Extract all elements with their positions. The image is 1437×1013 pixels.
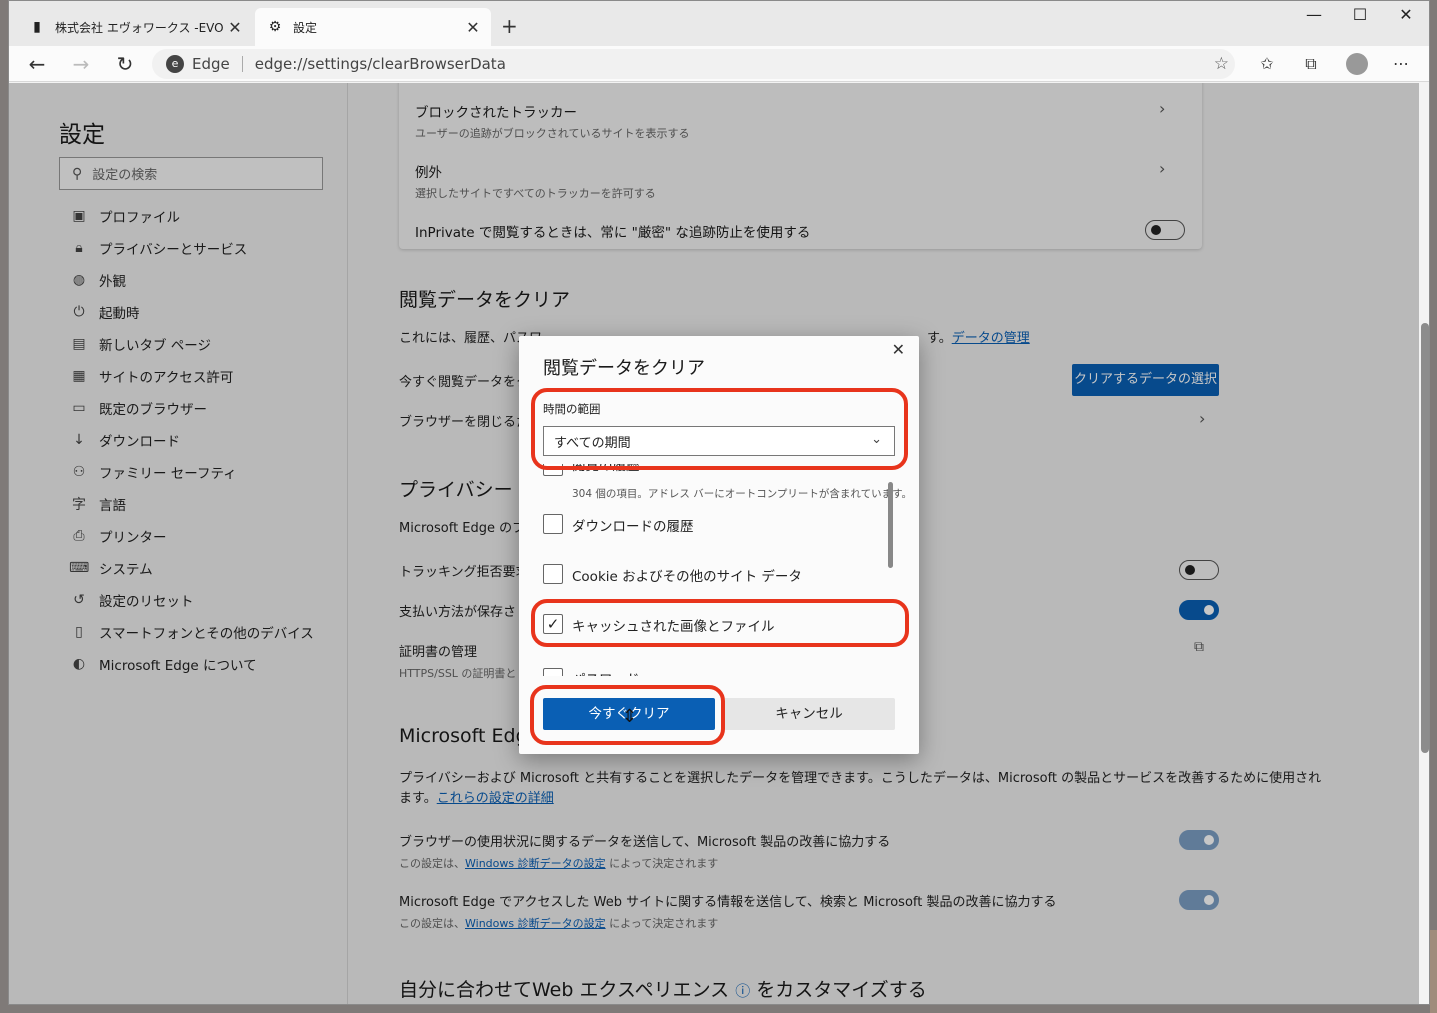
- navigation-bar: ← → ↻ e Edge edge://settings/clearBrowse…: [9, 46, 1429, 82]
- highlight-cache-option: [531, 599, 909, 647]
- download-history-label: ダウンロードの履歴: [572, 519, 694, 535]
- address-bar[interactable]: e Edge edge://settings/clearBrowserData …: [152, 49, 1235, 79]
- profile-avatar[interactable]: [1343, 50, 1371, 78]
- cookies-label: Cookie およびその他のサイト データ: [572, 569, 802, 585]
- cursor-icon: ⇕: [622, 706, 638, 727]
- refresh-icon[interactable]: ↻: [111, 50, 139, 78]
- cancel-button[interactable]: キャンセル: [723, 698, 895, 730]
- forward-arrow-icon[interactable]: →: [67, 50, 95, 78]
- passwords-checkbox[interactable]: [543, 668, 563, 676]
- tab-evoworks[interactable]: ▮ 株式会社 エヴォワークス -EVOWORKS- ✕: [17, 8, 253, 46]
- tab-title: 設定: [293, 20, 318, 35]
- highlight-time-range: [531, 388, 908, 470]
- cookies-checkbox[interactable]: [543, 564, 563, 584]
- close-icon[interactable]: ✕: [892, 340, 905, 359]
- desktop-background: [1430, 930, 1437, 1013]
- collections-icon[interactable]: ⧉: [1297, 50, 1325, 78]
- more-menu-icon[interactable]: ⋯: [1387, 50, 1415, 78]
- notebook-icon: ▮: [33, 19, 41, 35]
- passwords-label: パスワード: [572, 668, 640, 676]
- download-history-checkbox[interactable]: [543, 514, 563, 534]
- close-window-icon[interactable]: ✕: [1383, 5, 1429, 33]
- site-label: Edge: [192, 55, 230, 73]
- browsing-history-sub: 304 個の項目。アドレス バーにオートコンプリートが含まれています。: [572, 488, 913, 500]
- add-favorite-star-icon[interactable]: ☆: [1214, 54, 1229, 74]
- maximize-icon[interactable]: ☐: [1337, 5, 1383, 33]
- new-tab-button[interactable]: +: [501, 14, 518, 38]
- close-tab-icon[interactable]: ✕: [223, 18, 247, 37]
- tab-title: 株式会社 エヴォワークス -EVOWORKS-: [55, 20, 223, 35]
- minimize-icon[interactable]: —: [1291, 5, 1337, 33]
- dialog-scrollbar[interactable]: [888, 482, 893, 568]
- edge-logo-icon: e: [166, 55, 184, 73]
- tab-settings[interactable]: ⚙ 設定 ✕: [255, 8, 491, 46]
- page-scrollbar[interactable]: [1421, 323, 1429, 753]
- gear-icon: ⚙: [268, 19, 282, 35]
- back-arrow-icon[interactable]: ←: [23, 50, 51, 78]
- dialog-title: 閲覧データをクリア: [543, 358, 705, 379]
- address-separator: [241, 56, 243, 72]
- url-text[interactable]: edge://settings/clearBrowserData: [255, 55, 506, 73]
- tab-bar: ▮ 株式会社 エヴォワークス -EVOWORKS- ✕ ⚙ 設定 ✕ + — ☐…: [9, 1, 1429, 46]
- favorites-icon[interactable]: ✩: [1253, 50, 1281, 78]
- close-tab-icon[interactable]: ✕: [461, 18, 485, 37]
